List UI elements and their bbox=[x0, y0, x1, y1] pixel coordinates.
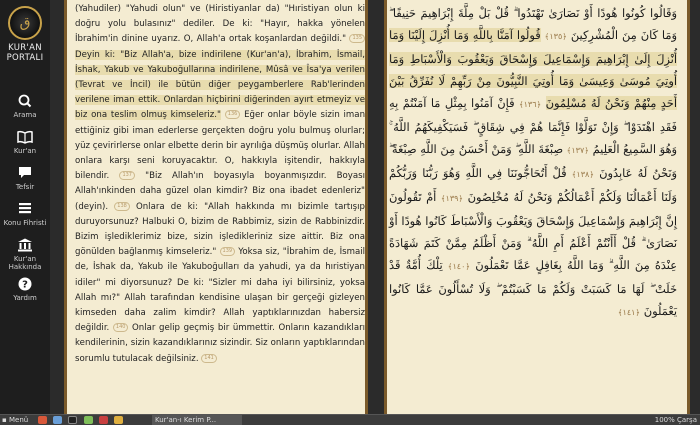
folder-icon[interactable] bbox=[114, 416, 124, 424]
app-icon[interactable] bbox=[83, 416, 93, 424]
verse-number-141[interactable]: 141 bbox=[201, 353, 217, 363]
sidebar-item-label: Yardım bbox=[13, 294, 37, 302]
sidebar-item-label: Kur'an bbox=[13, 147, 37, 155]
verse-134-text: (Yahudiler) "Yahudi olun" ve (Hiristiyan… bbox=[75, 4, 365, 45]
arabic-verse-number-139[interactable]: ﴿١٣٩﴾ bbox=[441, 194, 463, 203]
terminal-icon[interactable] bbox=[68, 416, 78, 424]
sidebar-item-kuran-hakkinda[interactable]: Kur'an Hakkında bbox=[0, 238, 50, 271]
system-tray-text: 100% Çarşa bbox=[654, 416, 697, 424]
arabic-verse-number-138[interactable]: ﴿١٣٨﴾ bbox=[572, 170, 594, 179]
taskbar-launchers bbox=[38, 416, 127, 425]
start-menu-label: Menü bbox=[8, 416, 29, 424]
sidebar-item-label: Kur'an Hakkında bbox=[8, 255, 42, 271]
logo-seal-icon: ق bbox=[8, 6, 42, 40]
speech-bubble-icon bbox=[19, 167, 31, 178]
verse-number-136[interactable]: 136 bbox=[224, 110, 241, 120]
sidebar: ق KUR'AN PORTALI Arama Kur'an Tefsir Kon… bbox=[0, 0, 50, 414]
sidebar-item-yardim[interactable]: ? Yardım bbox=[0, 277, 50, 302]
media-icon[interactable] bbox=[98, 416, 108, 424]
sidebar-item-konu-fihristi[interactable]: Konu Fihristi bbox=[0, 202, 50, 227]
verse-140-text: Yoksa siz, "İbrahim de, İsmail de, İshak… bbox=[75, 247, 366, 334]
sidebar-item-label: Konu Fihristi bbox=[3, 219, 47, 227]
arabic-verse-number-136[interactable]: ﴿١٣٦﴾ bbox=[519, 100, 541, 109]
verse-number-137[interactable]: 137 bbox=[119, 171, 135, 181]
logo-text: KUR'AN PORTALI bbox=[0, 43, 50, 63]
verse-number-138[interactable]: 138 bbox=[114, 201, 130, 211]
arabic-text: وَقَالُوا كُونُوا هُودًا أَوْ نَصَارَىٰ … bbox=[389, 2, 677, 324]
bank-icon bbox=[18, 238, 32, 252]
reader-area: (Yahudiler) "Yahudi olun" ve (Hiristiyan… bbox=[50, 0, 700, 414]
logo-line-1: KUR'AN bbox=[8, 43, 42, 53]
os-taskbar: ▪ Menü Kur'an-ı Kerim P... 100% Çarşa bbox=[0, 414, 700, 425]
sidebar-item-kuran[interactable]: Kur'an bbox=[0, 130, 50, 155]
book-icon bbox=[17, 130, 33, 144]
taskbar-active-window[interactable]: Kur'an-ı Kerim P... bbox=[152, 415, 242, 425]
translation-text: (Yahudiler) "Yahudi olun" ve (Hiristiyan… bbox=[75, 2, 365, 367]
browser-icon[interactable] bbox=[38, 416, 47, 424]
sidebar-item-tefsir[interactable]: Tefsir bbox=[0, 166, 50, 191]
arabic-verse-number-137[interactable]: ﴿١٣٧﴾ bbox=[567, 146, 589, 155]
sidebar-item-arama[interactable]: Arama bbox=[0, 94, 50, 119]
arabic-page[interactable]: وَقَالُوا كُونُوا هُودًا أَوْ نَصَارَىٰ … bbox=[384, 0, 690, 414]
sidebar-item-label: Arama bbox=[13, 111, 37, 119]
list-icon bbox=[19, 203, 31, 214]
taskbar-window-label: Kur'an-ı Kerim P... bbox=[155, 416, 217, 424]
verse-number-139[interactable]: 139 bbox=[219, 247, 236, 257]
arabic-verse-number-140[interactable]: ﴿١٤٠﴾ bbox=[448, 262, 470, 271]
start-menu-button[interactable]: ▪ Menü bbox=[2, 415, 28, 425]
translation-page[interactable]: (Yahudiler) "Yahudi olun" ve (Hiristiyan… bbox=[64, 0, 368, 414]
arabic-verse-number-141[interactable]: ﴿١٤١﴾ bbox=[618, 308, 640, 317]
logo-line-2: PORTALI bbox=[6, 53, 44, 63]
svg-text:?: ? bbox=[22, 280, 28, 291]
search-icon bbox=[18, 94, 32, 108]
verse-number-135[interactable]: 135 bbox=[349, 34, 365, 44]
system-tray[interactable]: 100% Çarşa bbox=[655, 415, 697, 425]
app-logo[interactable]: ق KUR'AN PORTALI bbox=[0, 6, 50, 63]
sidebar-item-label: Tefsir bbox=[15, 183, 35, 191]
page-gutter bbox=[368, 0, 384, 414]
arabic-verse-number-135[interactable]: ﴿١٣٥﴾ bbox=[545, 32, 567, 41]
help-icon: ? bbox=[18, 277, 32, 291]
verse-number-140[interactable]: 140 bbox=[112, 323, 129, 333]
files-icon[interactable] bbox=[53, 416, 63, 424]
